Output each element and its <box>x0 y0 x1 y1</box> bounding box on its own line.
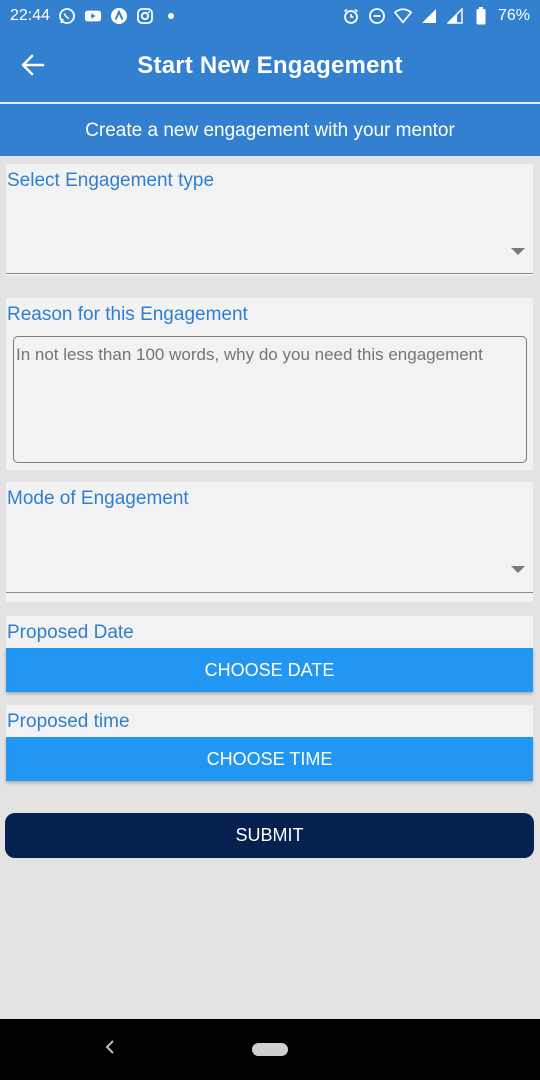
chevron-down-icon <box>511 566 525 573</box>
subheader: Create a new engagement with your mentor <box>0 104 540 156</box>
reason-card: Reason for this Engagement <box>6 298 533 470</box>
chevron-left-icon <box>104 1039 116 1060</box>
wifi-icon <box>393 7 412 25</box>
select-underline <box>6 592 533 593</box>
page-title: Start New Engagement <box>137 52 403 79</box>
mode-card: Mode of Engagement <box>6 482 533 602</box>
chevron-down-icon <box>511 248 525 255</box>
choose-date-button[interactable]: CHOOSE DATE <box>6 648 533 692</box>
select-underline <box>6 273 533 274</box>
status-bar: 22:44 76% <box>0 0 540 32</box>
reason-textarea[interactable] <box>13 336 527 463</box>
status-right: 76% <box>342 7 530 25</box>
mode-select[interactable] <box>6 522 533 594</box>
app-icon <box>110 7 128 25</box>
date-label: Proposed Date <box>7 622 134 643</box>
mode-label: Mode of Engagement <box>7 488 189 509</box>
engagement-type-card: Select Engagement type <box>6 164 533 276</box>
time-card: Proposed time CHOOSE TIME <box>6 705 533 781</box>
dot-icon <box>162 7 180 25</box>
battery-icon <box>472 7 490 25</box>
nav-back-button[interactable] <box>100 1039 120 1059</box>
reason-label: Reason for this Engagement <box>7 304 248 325</box>
alarm-icon <box>342 7 360 25</box>
app-bar: Start New Engagement <box>0 32 540 102</box>
youtube-icon <box>84 7 102 25</box>
date-card: Proposed Date CHOOSE DATE <box>6 616 533 692</box>
signal-icon-2 <box>446 7 464 25</box>
time-label: Proposed time <box>7 711 130 732</box>
submit-button[interactable]: SUBMIT <box>5 813 534 858</box>
dnd-icon <box>368 7 386 25</box>
status-left: 22:44 <box>10 7 180 25</box>
signal-icon <box>420 7 438 25</box>
system-nav-bar <box>0 1019 540 1080</box>
engagement-type-label: Select Engagement type <box>7 170 215 191</box>
choose-time-button[interactable]: CHOOSE TIME <box>6 737 533 781</box>
battery-percentage: 76% <box>497 7 530 24</box>
engagement-type-select[interactable] <box>6 204 533 274</box>
whatsapp-icon <box>58 7 76 25</box>
nav-home-button[interactable] <box>252 1043 288 1056</box>
instagram-icon <box>136 7 154 25</box>
status-time: 22:44 <box>10 7 51 24</box>
